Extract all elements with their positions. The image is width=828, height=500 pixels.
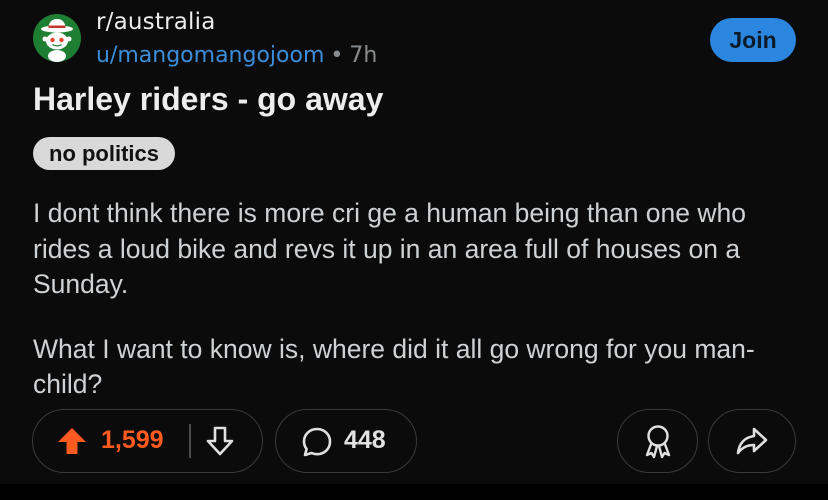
post-age: 7h [349, 43, 378, 68]
vote-bar: 1,599 [32, 409, 263, 473]
subreddit-avatar-icon[interactable] [33, 14, 81, 62]
feed-divider [0, 484, 828, 500]
downvote-arrow-icon[interactable] [204, 424, 236, 458]
post-title[interactable]: Harley riders - go away [33, 81, 383, 118]
speech-bubble-icon [301, 426, 333, 458]
post-body[interactable]: I dont think there is more cri ge a huma… [33, 196, 803, 432]
meta-separator: • [330, 43, 344, 68]
share-arrow-icon [735, 425, 769, 457]
subreddit-name[interactable]: r/australia [96, 9, 216, 35]
share-button[interactable] [708, 409, 796, 473]
author-link[interactable]: u/mangomangojoom [96, 43, 324, 68]
body-paragraph: What I want to know is, where did it all… [33, 333, 755, 400]
upvote-arrow-icon[interactable] [56, 425, 88, 457]
award-button[interactable] [617, 409, 698, 473]
comments-button[interactable]: 448 [275, 409, 417, 473]
vote-score: 1,599 [101, 426, 164, 454]
post-meta: u/mangomangojoom • 7h [96, 43, 377, 68]
post-flair[interactable]: no politics [33, 137, 175, 170]
comment-count: 448 [344, 426, 386, 454]
post-card: r/australia u/mangomangojoom • 7h Join Har… [0, 0, 828, 484]
vote-divider [189, 424, 191, 458]
award-ribbon-icon [641, 423, 675, 459]
body-paragraph: I dont think there is more cri ge a huma… [33, 198, 746, 299]
join-button[interactable]: Join [710, 18, 796, 62]
